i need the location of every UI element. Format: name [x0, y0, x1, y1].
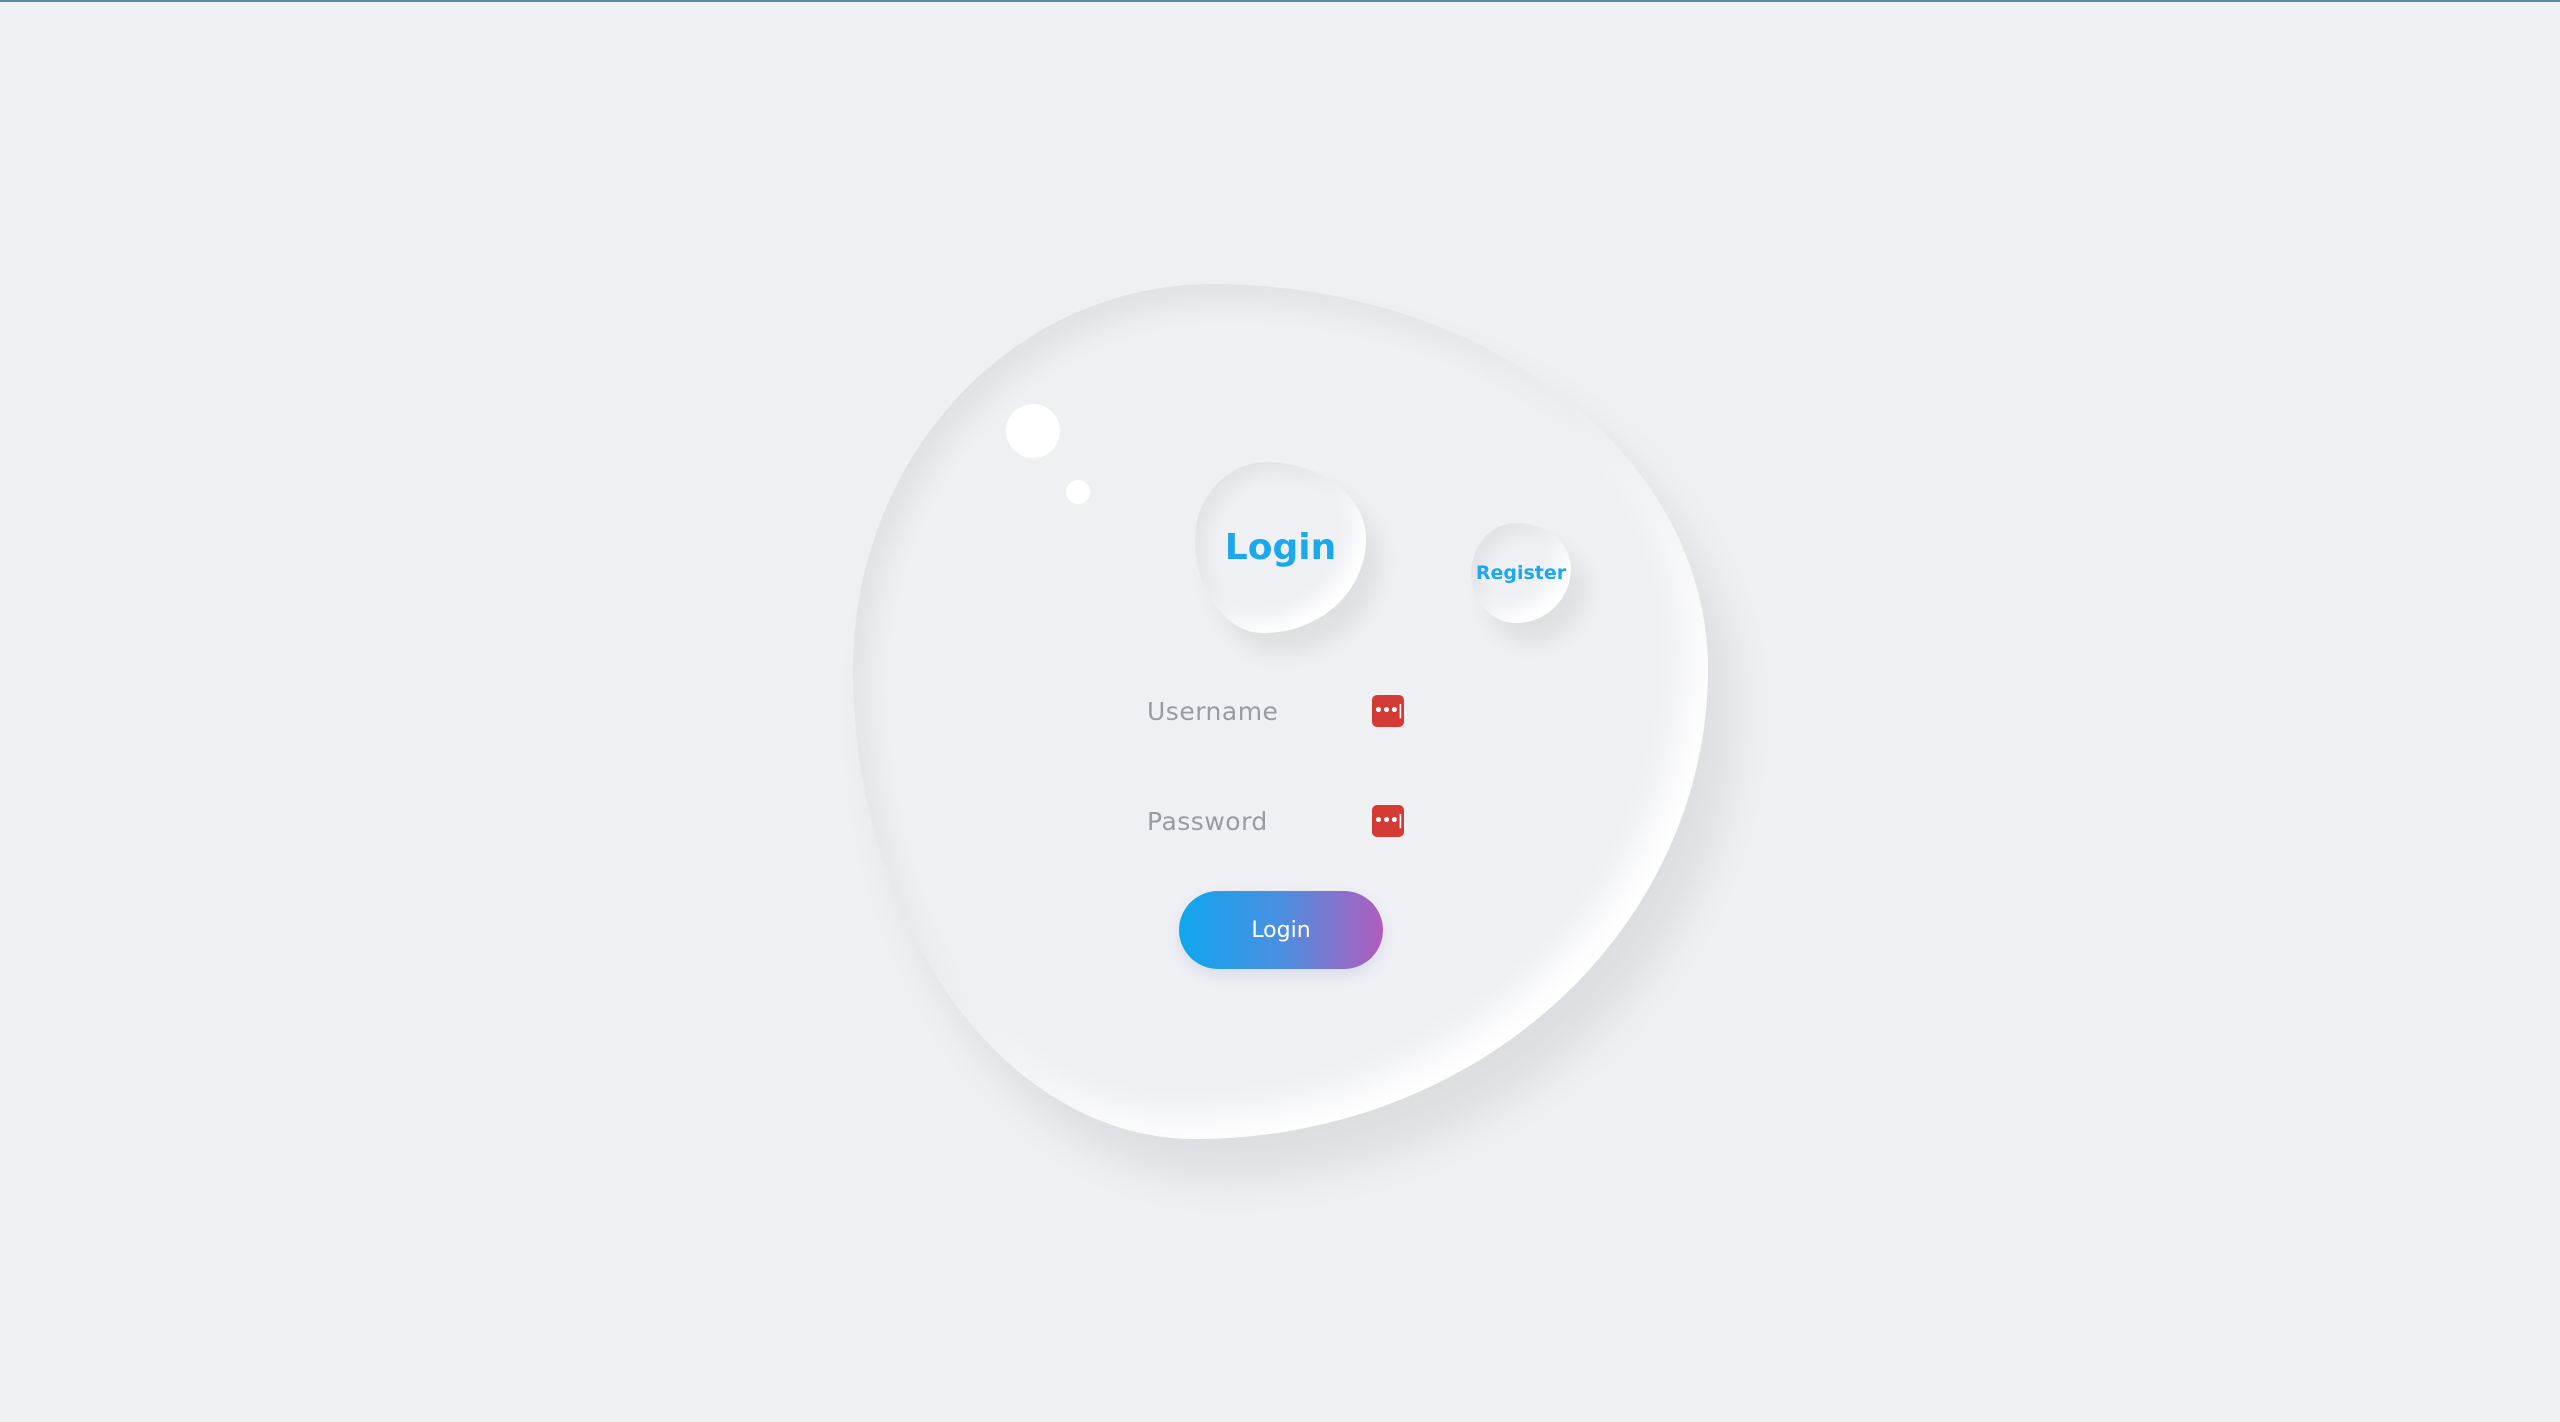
login-page: Login Register •••| •••| Login — [0, 0, 2560, 1422]
password-field: •••| — [1147, 801, 1407, 841]
password-manager-key-icon[interactable]: •••| — [1372, 805, 1404, 837]
tab-register-label: Register — [1475, 562, 1567, 584]
login-submit-button[interactable]: Login — [1179, 891, 1383, 969]
drop-highlight-large — [1006, 404, 1060, 458]
tab-login-label: Login — [1224, 527, 1337, 568]
key-icon-glyph: •••| — [1374, 703, 1403, 719]
key-icon-glyph: •••| — [1374, 813, 1403, 829]
username-field: •••| — [1147, 691, 1407, 731]
password-manager-key-icon[interactable]: •••| — [1372, 695, 1404, 727]
username-input[interactable] — [1147, 696, 1357, 726]
drop-highlight-small — [1066, 480, 1090, 504]
password-input[interactable] — [1147, 806, 1357, 836]
